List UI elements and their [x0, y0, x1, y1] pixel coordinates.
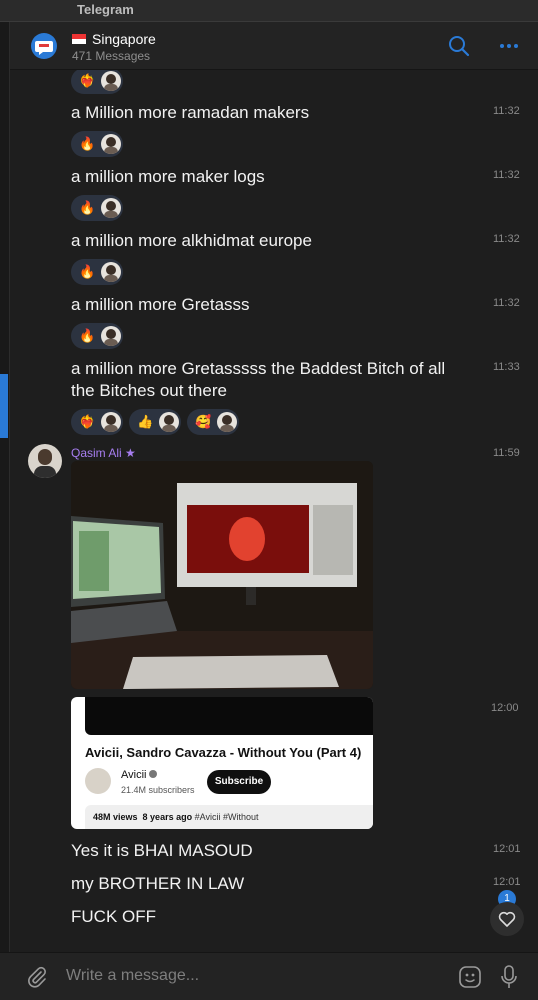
- reaction-chip[interactable]: ❤️‍🔥: [71, 70, 123, 94]
- more-options-icon[interactable]: [498, 35, 520, 57]
- message-input[interactable]: Write a message...: [66, 967, 199, 985]
- reactor-avatar: [101, 262, 121, 282]
- reaction-row: 🔥: [71, 195, 123, 221]
- search-icon[interactable]: [448, 35, 470, 57]
- message-composer: Write a message...: [0, 952, 538, 1000]
- message-text: FUCK OFF: [71, 907, 156, 926]
- reaction-chip[interactable]: 🥰: [187, 409, 239, 435]
- reactor-avatar: [101, 134, 121, 154]
- app-title: Telegram: [77, 2, 134, 17]
- singapore-flag-icon: [72, 34, 86, 44]
- reaction-emoji: 👍: [137, 414, 154, 429]
- message-time: 11:32: [493, 233, 520, 245]
- video-title: Avicii, Sandro Cavazza - Without You (Pa…: [85, 745, 362, 760]
- reactor-avatar: [101, 71, 121, 91]
- sender-name[interactable]: Qasim Ali ★: [71, 446, 136, 460]
- message-list[interactable]: ❤️‍🔥 a Million more ramadan makers 11:32…: [10, 70, 538, 952]
- subscriber-count: 21.4M subscribers: [121, 785, 195, 795]
- sticker-icon[interactable]: [458, 965, 482, 989]
- message-time: 12:01: [493, 876, 521, 888]
- message-text: a Million more ramadan makers: [71, 103, 310, 122]
- message-time: 12:00: [491, 702, 519, 714]
- microphone-icon[interactable]: [499, 964, 519, 990]
- message-time: 11:33: [493, 361, 520, 373]
- reaction-row: 🔥: [71, 323, 123, 349]
- chat-avatar-icon[interactable]: [30, 32, 58, 60]
- youtube-link-preview[interactable]: Avicii, Sandro Cavazza - Without You (Pa…: [71, 697, 373, 829]
- reaction-chip[interactable]: ❤️‍🔥: [71, 409, 123, 435]
- video-age: 8 years ago: [142, 812, 193, 822]
- photo-image: [71, 461, 373, 689]
- message-text: my BROTHER IN LAW: [71, 874, 245, 893]
- message-time: 11:32: [493, 297, 520, 309]
- reaction-row: 🔥: [71, 259, 123, 285]
- star-badge-icon: ★: [125, 446, 136, 460]
- message-text: a million more alkhidmat europe: [71, 231, 312, 250]
- sender-name-label: Qasim Ali: [71, 446, 122, 460]
- sender-avatar[interactable]: [28, 444, 62, 478]
- reaction-emoji: 🔥: [79, 136, 96, 151]
- heart-icon: [498, 911, 516, 927]
- video-tags: #Avicii #Without: [194, 812, 259, 822]
- reaction-chip[interactable]: 👍: [129, 409, 181, 435]
- reactor-avatar: [101, 326, 121, 346]
- message-text: a million more Gretasssss the Baddest Bi…: [71, 359, 446, 400]
- verified-icon: [149, 770, 158, 778]
- reaction-chip[interactable]: 🔥: [71, 195, 123, 221]
- video-meta: 48M views 8 years ago #Avicii #Without: [85, 805, 373, 829]
- message-text: a million more maker logs: [71, 167, 265, 186]
- reaction-emoji: ❤️‍🔥: [79, 414, 96, 429]
- photo-attachment[interactable]: [71, 461, 373, 689]
- reaction-row: ❤️‍🔥 👍 🥰: [71, 409, 239, 435]
- subscribe-button[interactable]: Subscribe: [207, 770, 271, 794]
- message-count: 471 Messages: [72, 49, 151, 63]
- reaction-emoji: 🔥: [79, 200, 96, 215]
- reaction-row: ❤️‍🔥: [71, 70, 123, 94]
- chat-name-label: Singapore: [92, 31, 156, 47]
- message-text: a million more Gretasss: [71, 295, 250, 314]
- reaction-emoji: 🔥: [79, 264, 96, 279]
- channel-avatar: [85, 768, 111, 794]
- reactor-avatar: [101, 198, 121, 218]
- message-time: 11:32: [493, 105, 520, 117]
- reaction-emoji: ❤️‍🔥: [79, 73, 96, 88]
- chat-name[interactable]: Singapore: [72, 31, 156, 47]
- reactor-avatar: [101, 412, 121, 432]
- message-time: 12:01: [493, 843, 521, 855]
- reaction-row: 🔥: [71, 131, 123, 157]
- channel-name-label: Avicii: [121, 769, 147, 781]
- chat-list-edge: [0, 22, 10, 952]
- reactor-avatar: [217, 412, 237, 432]
- paperclip-icon[interactable]: [26, 966, 48, 988]
- window-titlebar: Telegram: [0, 0, 538, 22]
- reaction-chip[interactable]: 🔥: [71, 131, 123, 157]
- reaction-emoji: 🥰: [195, 414, 212, 429]
- video-thumbnail: [85, 697, 373, 735]
- view-count: 48M views: [93, 812, 138, 822]
- message-text: Yes it is BHAI MASOUD: [71, 841, 253, 860]
- reaction-chip[interactable]: 🔥: [71, 323, 123, 349]
- reaction-chip[interactable]: 🔥: [71, 259, 123, 285]
- message-time: 11:59: [493, 447, 520, 459]
- chat-header[interactable]: Singapore 471 Messages: [0, 22, 538, 70]
- scroll-to-reactions-button[interactable]: [490, 902, 524, 936]
- channel-name: Avicii: [121, 769, 158, 781]
- message-time: 11:32: [493, 169, 520, 181]
- reactor-avatar: [159, 412, 179, 432]
- reaction-emoji: 🔥: [79, 328, 96, 343]
- selected-chat-indicator: [0, 374, 8, 438]
